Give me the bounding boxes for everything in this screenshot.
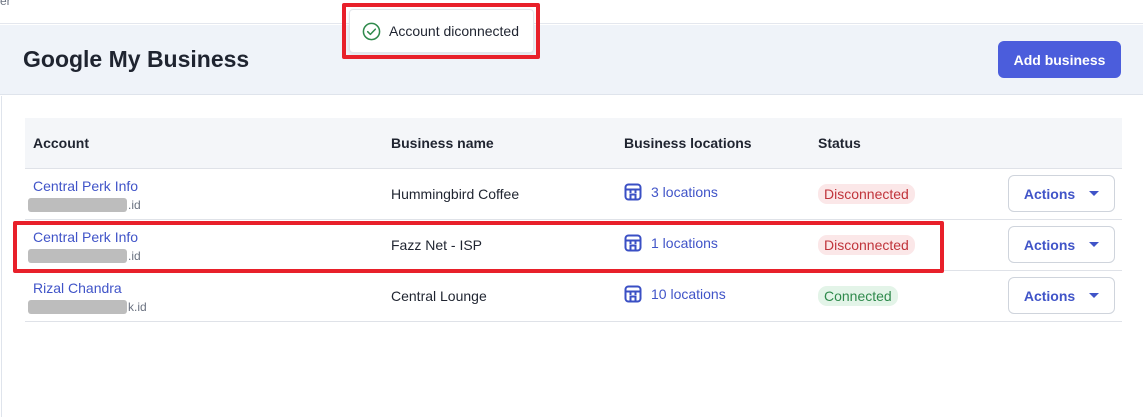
redacted-email — [28, 198, 127, 212]
account-email: k.id — [28, 299, 147, 315]
store-icon — [624, 285, 642, 303]
business-name: Central Lounge — [391, 288, 487, 304]
account-link[interactable]: Central Perk Info — [33, 178, 138, 194]
table-row: Rizal Chandra k.id Central Lounge 10 loc… — [25, 271, 1122, 322]
top-strip: er — [0, 0, 1143, 24]
store-icon — [624, 183, 642, 201]
actions-button[interactable]: Actions — [1008, 226, 1115, 263]
actions-button[interactable]: Actions — [1008, 175, 1115, 212]
status-badge: Disconnected — [818, 184, 915, 204]
caret-down-icon — [1089, 242, 1100, 247]
actions-button[interactable]: Actions — [1008, 277, 1115, 314]
column-status: Status — [818, 135, 861, 151]
table-header: Account Business name Business locations… — [25, 118, 1122, 169]
caret-down-icon — [1089, 191, 1100, 196]
locations-link[interactable]: 3 locations — [624, 183, 718, 201]
status-badge: Connected — [818, 286, 898, 306]
breadcrumb: er — [0, 0, 11, 8]
column-account: Account — [33, 135, 89, 151]
table-row: Central Perk Info .id Hummingbird Coffee… — [25, 169, 1122, 220]
account-email: .id — [28, 197, 141, 213]
accounts-table: Account Business name Business locations… — [25, 118, 1122, 322]
highlight-box-row — [13, 221, 944, 273]
column-business-name: Business name — [391, 135, 494, 151]
page-header: Google My Business Add business — [0, 25, 1143, 95]
add-business-button[interactable]: Add business — [998, 41, 1121, 78]
caret-down-icon — [1089, 293, 1100, 298]
page-title: Google My Business — [23, 46, 250, 72]
column-business-locations: Business locations — [624, 135, 752, 151]
highlight-box-toast — [342, 3, 540, 59]
redacted-email — [28, 300, 127, 314]
business-name: Hummingbird Coffee — [391, 186, 520, 202]
account-link[interactable]: Rizal Chandra — [33, 280, 122, 296]
locations-link[interactable]: 10 locations — [624, 285, 726, 303]
